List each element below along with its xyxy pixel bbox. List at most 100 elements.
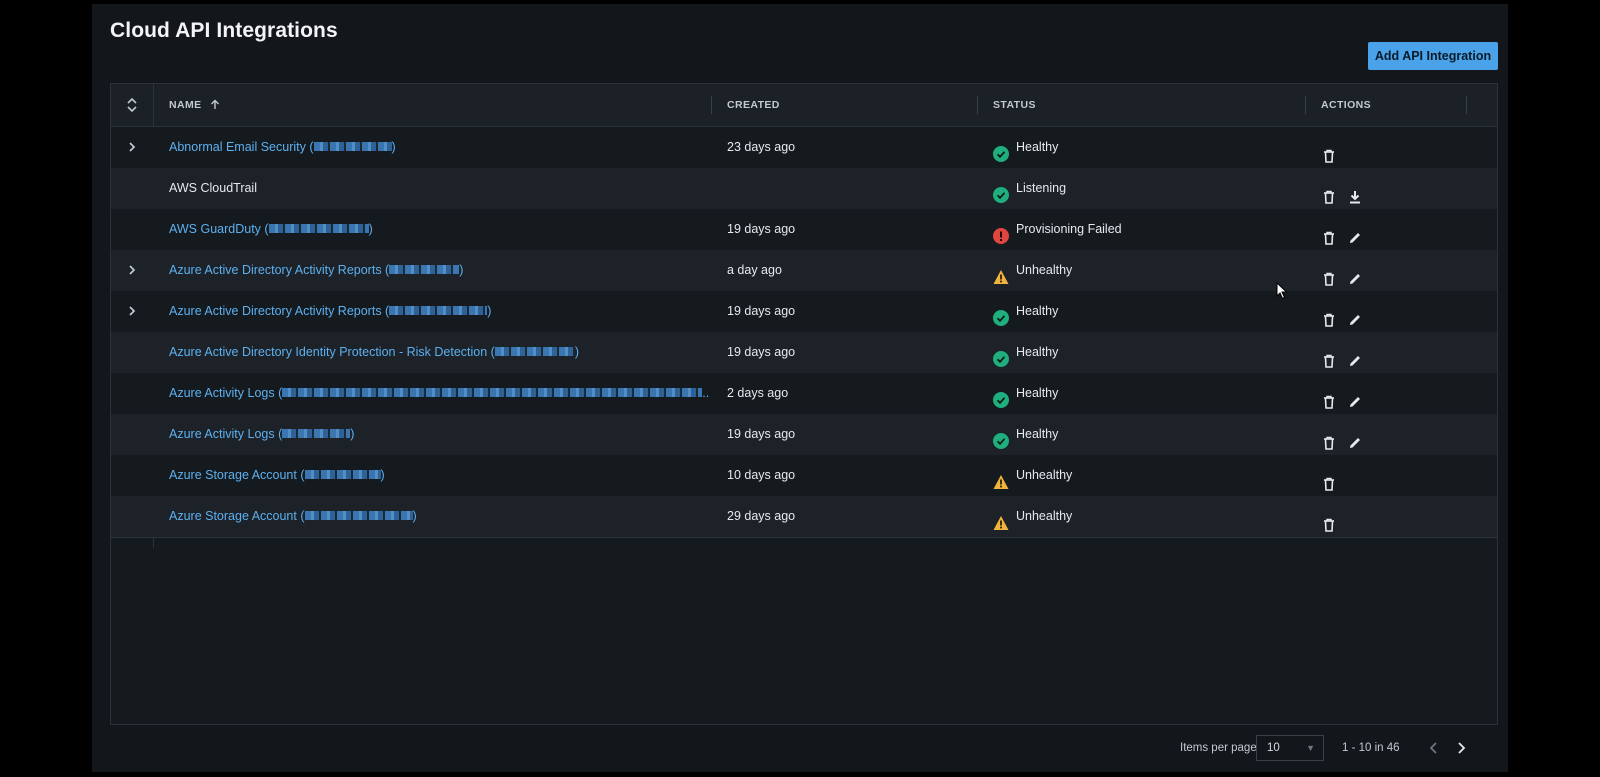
actions-cell [1321,209,1491,250]
integration-name-link[interactable]: Abnormal Email Security ( [169,140,314,154]
column-divider[interactable] [1305,96,1306,114]
integration-name-cell: AWS CloudTrail [169,168,709,209]
expand-all-icon[interactable] [125,95,139,115]
trash-icon[interactable] [1321,140,1337,163]
check-circle-icon [993,384,1009,409]
chevron-right-icon[interactable] [126,141,138,153]
table-row[interactable]: Azure Active Directory Activity Reports … [111,291,1497,333]
trash-icon[interactable] [1321,468,1337,491]
warning-triangle-icon [993,261,1009,285]
column-divider[interactable] [1466,96,1467,114]
table-row[interactable]: Azure Storage Account () 29 days ago Unhea… [111,496,1497,538]
integration-name-cell: AWS GuardDuty () [169,209,709,250]
pagination-range: 1 - 10 in 46 [1342,742,1400,754]
items-per-page-label: Items per page [1180,742,1257,754]
chevron-right-icon[interactable] [126,264,138,276]
integration-name-link[interactable]: AWS GuardDuty ( [169,222,269,236]
integration-name-suffix: ) [574,345,579,359]
row-expand-cell[interactable] [111,127,153,168]
redacted-identifier [268,224,369,234]
status-cell: Provisioning Failed [993,209,1293,250]
integration-name-suffix: ... [702,386,709,400]
status-cell: Healthy [993,291,1293,332]
trash-icon[interactable] [1321,509,1337,532]
actions-cell [1321,127,1491,168]
pencil-icon[interactable] [1347,427,1363,448]
column-divider[interactable] [711,96,712,114]
redacted-identifier [282,388,703,398]
integration-name-suffix: ) [487,304,492,318]
created-cell: 23 days ago [727,140,796,154]
trash-icon[interactable] [1321,304,1337,327]
status-cell: Unhealthy [993,455,1293,496]
integration-name-link[interactable]: Azure Active Directory Activity Reports … [169,304,389,318]
row-expand-cell[interactable] [111,291,153,332]
integration-name-link[interactable]: Azure Activity Logs ( [169,427,282,441]
pencil-icon[interactable] [1347,386,1363,407]
table-row[interactable]: Azure Storage Account () 10 days ago Unhea… [111,455,1497,497]
status-cell: Healthy [993,373,1293,414]
actions-cell [1321,250,1491,291]
download-icon[interactable] [1347,181,1363,204]
status-cell: Healthy [993,414,1293,455]
error-circle-icon [993,220,1009,245]
chevron-right-icon[interactable] [126,305,138,317]
row-expand-cell [111,414,153,455]
table-row[interactable]: Azure Active Directory Identity Protecti… [111,332,1497,374]
column-header-created[interactable]: CREATED [727,84,780,126]
column-header-status[interactable]: STATUS [993,84,1036,126]
created-cell: 19 days ago [727,304,796,318]
status-text: Healthy [1016,345,1059,360]
column-divider[interactable] [977,96,978,114]
integration-name-link[interactable]: Azure Storage Account ( [169,509,305,523]
integration-name-cell: Azure Active Directory Activity Reports … [169,250,709,291]
trash-icon[interactable] [1321,263,1337,286]
created-cell: 10 days ago [727,468,796,482]
trash-icon[interactable] [1321,345,1337,368]
integration-name-suffix: ) [350,427,355,441]
integration-name-suffix: ) [368,222,373,236]
trash-icon[interactable] [1321,427,1337,450]
check-circle-icon [993,343,1009,368]
items-per-page-select[interactable]: 10 ▼ [1256,735,1324,761]
trash-icon[interactable] [1321,181,1337,204]
table-row[interactable]: AWS GuardDuty () 19 days ago Provisioning … [111,209,1497,251]
status-text: Healthy [1016,140,1059,155]
table-row[interactable]: Abnormal Email Security () 23 days ago Hea… [111,127,1497,169]
check-circle-icon [993,302,1009,327]
pencil-icon[interactable] [1347,222,1363,243]
integration-name-link[interactable]: Azure Activity Logs ( [169,386,282,400]
table-row[interactable]: Azure Activity Logs (... 2 days ago Health… [111,373,1497,415]
table-row[interactable]: Azure Activity Logs () 19 days ago Healthy [111,414,1497,456]
actions-cell [1321,414,1491,455]
redacted-identifier [304,511,413,521]
integration-name-cell: Azure Storage Account () [169,455,709,496]
next-page-button[interactable] [1453,740,1469,756]
integration-name-link[interactable]: Azure Active Directory Identity Protecti… [169,345,495,359]
row-expand-cell [111,209,153,250]
pencil-icon[interactable] [1347,345,1363,366]
add-api-integration-button[interactable]: Add API Integration [1368,42,1498,70]
table-row[interactable]: AWS CloudTrail Listening [111,168,1497,210]
integrations-table: NAME CREATED STATUS ACTIONS Abnormal Ema… [110,83,1498,725]
column-header-name[interactable]: NAME [169,84,220,126]
chevron-left-icon [1429,742,1437,754]
trash-icon[interactable] [1321,386,1337,409]
pencil-icon[interactable] [1347,304,1363,325]
previous-page-button[interactable] [1426,740,1442,756]
row-expand-cell[interactable] [111,250,153,291]
chevron-right-icon [1458,742,1466,754]
status-cell: Unhealthy [993,496,1293,537]
redacted-identifier [282,429,351,439]
items-per-page-value: 10 [1267,742,1280,754]
table-row[interactable]: Azure Active Directory Activity Reports … [111,250,1497,292]
integration-name-link[interactable]: Azure Active Directory Activity Reports … [169,263,389,277]
actions-cell [1321,168,1491,209]
column-header-actions: ACTIONS [1321,99,1372,111]
status-cell: Unhealthy [993,250,1293,291]
created-cell [727,168,977,209]
integration-name-link[interactable]: Azure Storage Account ( [169,468,305,482]
created-cell: 2 days ago [727,386,789,400]
pencil-icon[interactable] [1347,263,1363,284]
trash-icon[interactable] [1321,222,1337,245]
